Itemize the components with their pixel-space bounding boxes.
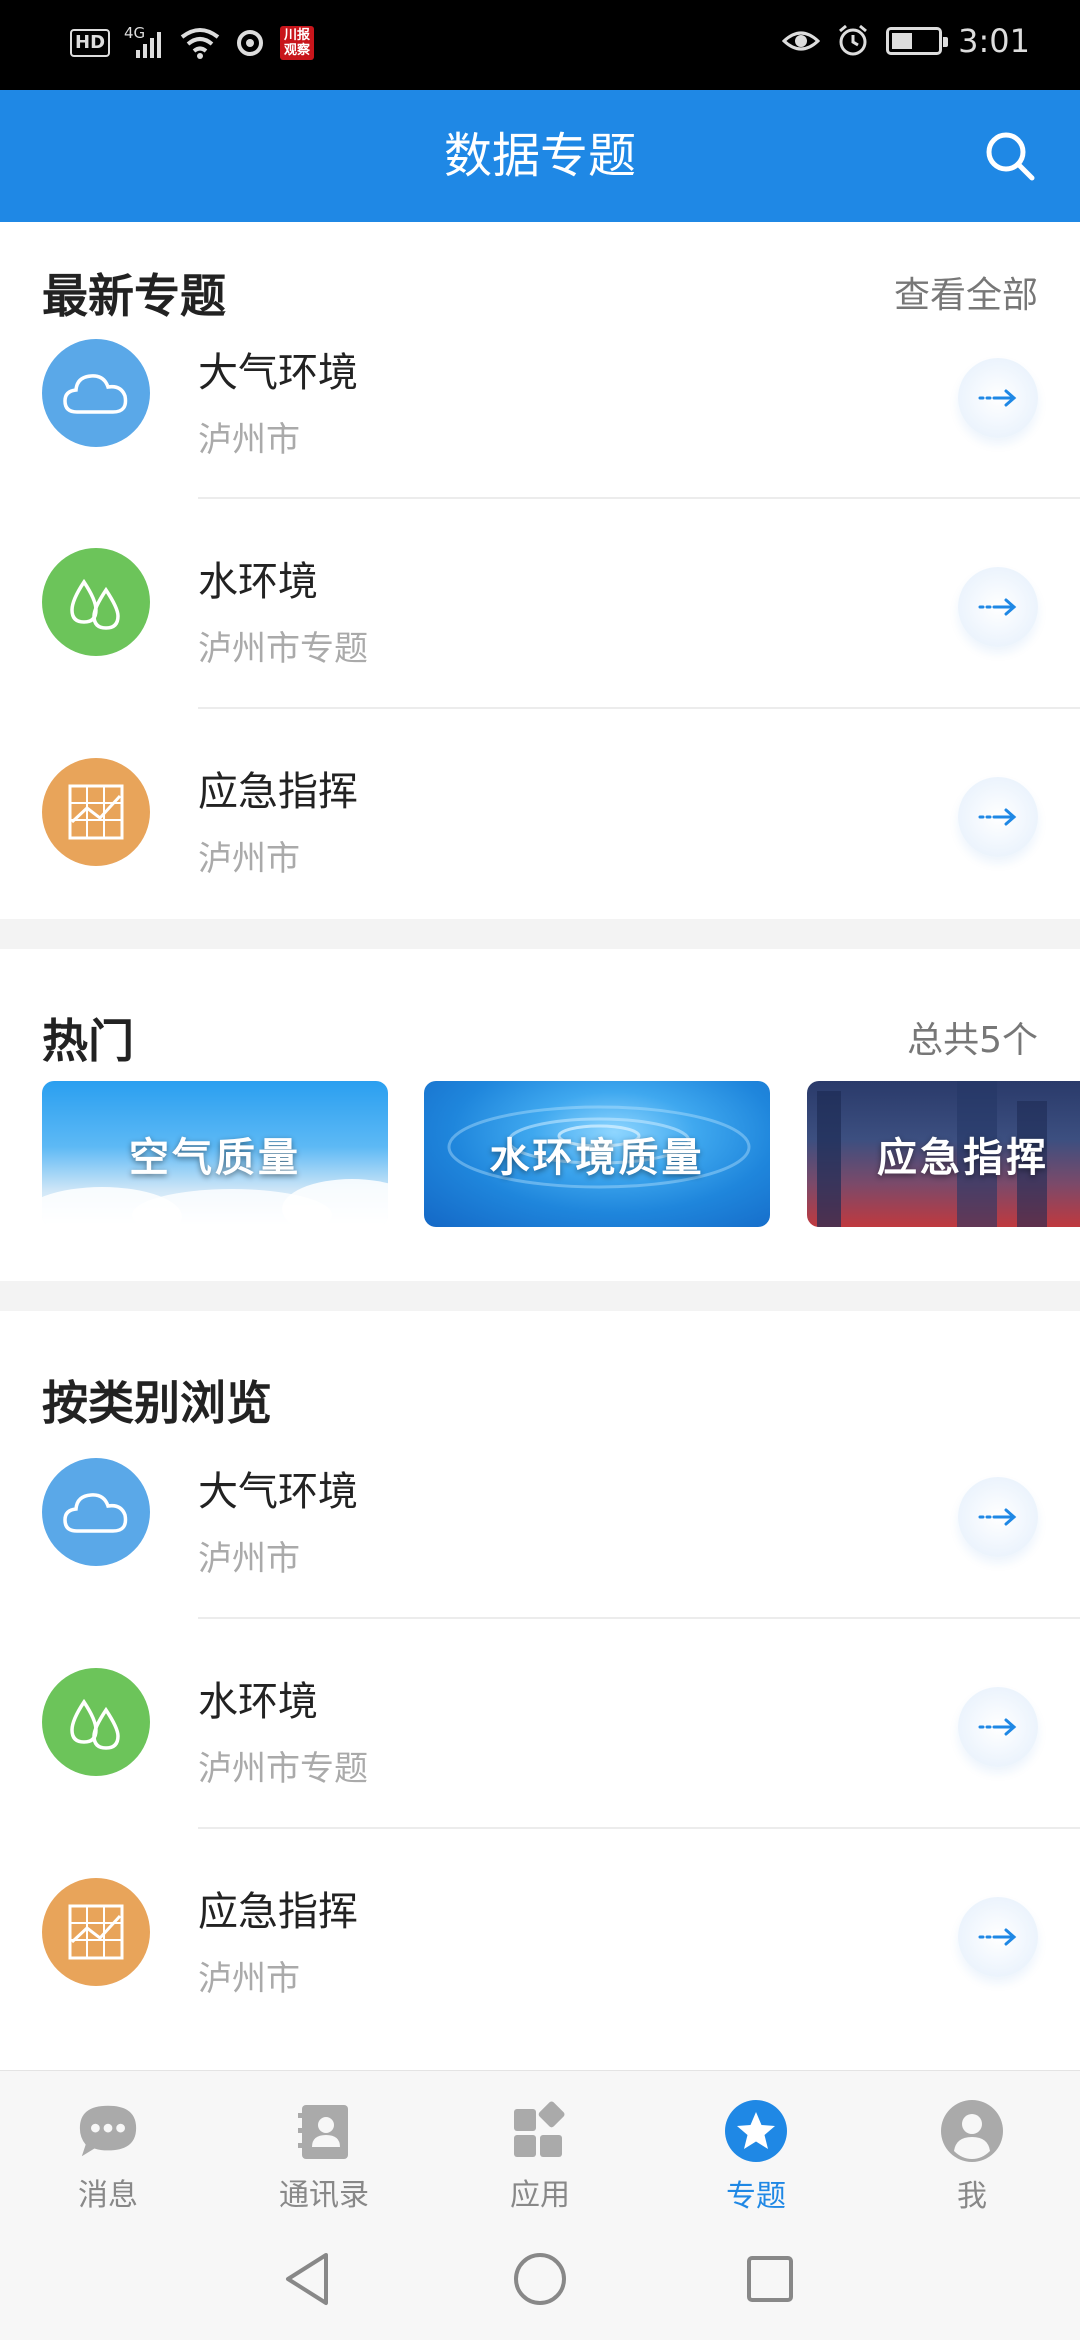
cloud-icon: [42, 1458, 150, 1566]
tab-me[interactable]: 我: [864, 2071, 1080, 2214]
home-button[interactable]: [505, 2244, 575, 2314]
home-circle-icon: [514, 2253, 566, 2305]
user-avatar-icon: [940, 2099, 1004, 2163]
hot-section: 热门 总共5个 空气质量 水环境质量 应急指挥: [0, 949, 1080, 1281]
topic-subtitle: 泸州市专题: [198, 1749, 368, 1789]
hot-count: 总共5个: [907, 1020, 1038, 1061]
banner-emergency[interactable]: 应急指挥: [807, 1081, 1080, 1227]
water-drops-icon: [42, 548, 150, 656]
tab-apps[interactable]: 应用: [432, 2071, 648, 2214]
latest-section: 最新专题 查看全部 大气环境 泸州市 水环境 泸州市专题 应急指挥 泸州市: [0, 222, 1080, 919]
open-topic-button[interactable]: [958, 777, 1038, 857]
content-scroll[interactable]: 最新专题 查看全部 大气环境 泸州市 水环境 泸州市专题 应急指挥 泸州市 热门…: [0, 222, 1080, 2070]
hot-banners[interactable]: 空气质量 水环境质量 应急指挥: [0, 1081, 1080, 1227]
topic-subtitle: 泸州市: [198, 839, 300, 879]
hd-indicator: HD: [70, 29, 111, 57]
browse-item-air[interactable]: 大气环境 泸州市: [0, 1409, 1080, 1619]
chat-bubble-icon: [76, 2099, 140, 2162]
open-topic-button[interactable]: [958, 1477, 1038, 1557]
contacts-icon: [292, 2099, 356, 2162]
open-topic-button[interactable]: [958, 1687, 1038, 1767]
hot-title: 热门: [42, 1014, 134, 1068]
bottom-nav: 消息 通讯录 应用 专题 我: [0, 2070, 1080, 2214]
recents-square-icon: [747, 2256, 793, 2302]
news-app-badge: 川报 观察: [280, 26, 315, 60]
topic-title: 水环境: [198, 1679, 318, 1725]
recents-button[interactable]: [735, 2244, 805, 2314]
banner-label: 应急指挥: [877, 1135, 1049, 1181]
browse-header: 按类别浏览: [0, 1311, 1080, 1430]
star-icon: [724, 2099, 788, 2163]
grid-chart-icon: [42, 758, 150, 866]
apps-icon: [508, 2099, 572, 2162]
hot-header: 热门 总共5个: [0, 949, 1080, 1089]
alarm-icon: [839, 24, 868, 56]
banner-label: 空气质量: [129, 1135, 301, 1181]
topic-title: 应急指挥: [198, 769, 358, 815]
section-gap: [0, 919, 1080, 949]
nav-label: 应用: [510, 2178, 570, 2213]
section-gap: [0, 1281, 1080, 1311]
search-icon: [986, 132, 1035, 181]
tab-contacts[interactable]: 通讯录: [216, 2071, 432, 2214]
cloud-icon: [42, 339, 150, 447]
banner-water-quality[interactable]: 水环境质量: [424, 1081, 770, 1227]
banner-air-quality[interactable]: 空气质量: [42, 1081, 388, 1227]
status-left: HD 4G 川报 观察: [70, 24, 315, 60]
open-topic-button[interactable]: [958, 358, 1038, 438]
back-triangle-icon: [286, 2253, 328, 2305]
nav-label: 我: [957, 2179, 987, 2214]
arrow-right-icon: [978, 1928, 1017, 1946]
eye-icon: [782, 31, 821, 51]
topic-title: 应急指挥: [198, 1889, 358, 1935]
sync-icon: [237, 30, 264, 56]
browse-item-emergency[interactable]: 应急指挥 泸州市: [0, 1829, 1080, 2039]
water-drops-icon: [42, 1668, 150, 1776]
wifi-icon: [180, 28, 220, 59]
browse-item-water[interactable]: 水环境 泸州市专题: [0, 1619, 1080, 1829]
app-header: 数据专题: [0, 90, 1080, 222]
nav-label: 专题: [726, 2179, 786, 2214]
arrow-right-icon: [978, 1718, 1017, 1736]
arrow-right-icon: [978, 389, 1017, 407]
banner-label: 水环境质量: [489, 1135, 705, 1181]
status-time: 3:01: [958, 22, 1030, 60]
topic-subtitle: 泸州市专题: [198, 629, 368, 669]
topic-subtitle: 泸州市: [198, 1539, 300, 1579]
open-topic-button[interactable]: [958, 567, 1038, 647]
app-screen: HD 4G 川报 观察 3:01 数据专题 最新专题 查看全部 大气环境 泸州市…: [0, 0, 1080, 2340]
status-bar: HD 4G 川报 观察 3:01: [0, 0, 1080, 90]
page-title: 数据专题: [443, 128, 636, 184]
arrow-right-icon: [978, 1508, 1017, 1526]
topic-title: 大气环境: [198, 1469, 358, 1515]
arrow-right-icon: [978, 808, 1017, 826]
signal-icon: 4G: [124, 24, 166, 60]
topic-subtitle: 泸州市: [198, 1959, 300, 1999]
latest-item-water[interactable]: 水环境 泸州市专题: [0, 499, 1080, 709]
hot-bottom-space: [0, 1221, 1080, 1281]
nav-label: 通讯录: [279, 2178, 369, 2213]
nav-label: 消息: [78, 2178, 138, 2213]
search-button[interactable]: [980, 126, 1040, 186]
tab-topics[interactable]: 专题: [648, 2071, 864, 2214]
back-button[interactable]: [272, 2244, 342, 2314]
open-topic-button[interactable]: [958, 1897, 1038, 1977]
arrow-right-icon: [978, 598, 1017, 616]
latest-item-air[interactable]: 大气环境 泸州市: [0, 290, 1080, 499]
tab-messages[interactable]: 消息: [0, 2071, 216, 2214]
grid-chart-icon: [42, 1878, 150, 1986]
topic-title: 大气环境: [198, 350, 358, 396]
latest-item-emergency[interactable]: 应急指挥 泸州市: [0, 709, 1080, 919]
battery-icon: [886, 27, 949, 55]
topic-title: 水环境: [198, 559, 318, 605]
topic-subtitle: 泸州市: [198, 420, 300, 460]
status-right: 3:01: [782, 22, 1030, 60]
system-nav-bar: [0, 2214, 1080, 2340]
browse-section: 按类别浏览 大气环境 泸州市 水环境 泸州市专题 应急指挥 泸州市: [0, 1311, 1080, 2039]
